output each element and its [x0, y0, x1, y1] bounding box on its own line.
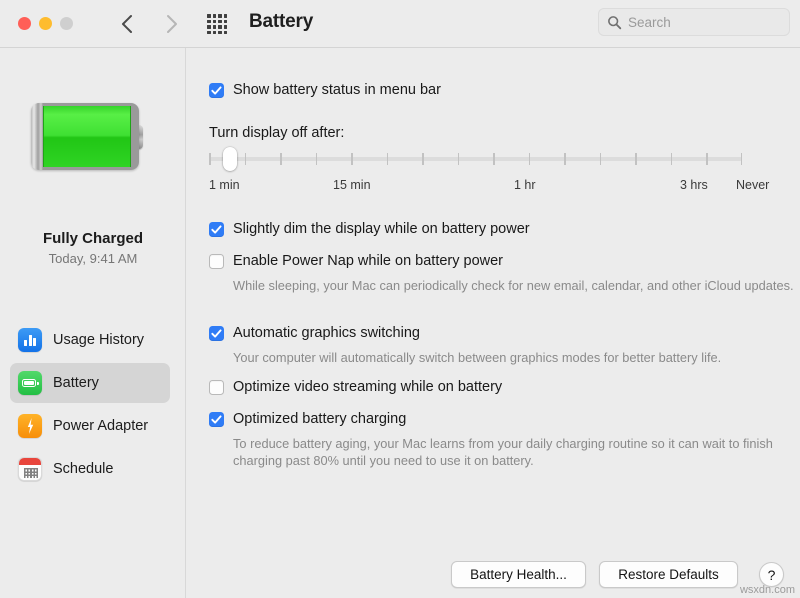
- slider-tick-label-3hrs: 3 hrs: [680, 178, 708, 192]
- battery-hero-icon: [31, 103, 149, 170]
- preferences-window: Battery Search Fully Charged Today, 9:41…: [0, 0, 800, 598]
- battery-status-text: Fully Charged: [42, 230, 143, 247]
- checkmark-icon: [211, 415, 222, 424]
- checkbox-label: Slightly dim the display while on batter…: [233, 221, 530, 237]
- checkbox-slightly-dim[interactable]: [209, 222, 224, 237]
- checkmark-icon: [211, 329, 222, 338]
- description-optimized-charging: To reduce battery aging, your Mac learns…: [233, 436, 773, 468]
- description-power-nap: While sleeping, your Mac can periodicall…: [233, 278, 794, 293]
- display-sleep-slider[interactable]: [209, 147, 742, 174]
- checkbox-optimize-video[interactable]: [209, 380, 224, 395]
- close-button[interactable]: [18, 17, 31, 30]
- description-auto-graphics: Your computer will automatically switch …: [233, 350, 722, 365]
- sidebar-item-usage-history[interactable]: Usage History: [10, 320, 170, 360]
- restore-defaults-button[interactable]: Restore Defaults: [599, 561, 738, 588]
- sidebar-item-label: Battery: [53, 375, 99, 391]
- battery-status-timestamp: Today, 9:41 AM: [48, 251, 138, 266]
- sidebar-item-power-adapter[interactable]: Power Adapter: [10, 406, 170, 446]
- sidebar-item-label: Power Adapter: [53, 418, 149, 434]
- sidebar-item-battery[interactable]: Battery: [10, 363, 170, 403]
- checkbox-label: Show battery status in menu bar: [233, 82, 441, 98]
- checkbox-optimized-charging[interactable]: [209, 412, 224, 427]
- search-field[interactable]: Search: [598, 8, 790, 36]
- minimize-button[interactable]: [39, 17, 52, 30]
- forward-chevron-icon: [166, 15, 177, 33]
- checkbox-label: Automatic graphics switching: [233, 325, 420, 341]
- show-all-grid-icon[interactable]: [206, 13, 228, 35]
- checkbox-power-nap[interactable]: [209, 254, 224, 269]
- main-content: Show battery status in menu bar Turn dis…: [187, 48, 800, 598]
- battery-fill: [43, 106, 131, 167]
- checkbox-show-battery-status[interactable]: [209, 83, 224, 98]
- slider-tick-label-never: Never: [736, 178, 770, 192]
- slider-knob[interactable]: [223, 147, 237, 171]
- slider-tick-label-1hr: 1 hr: [514, 178, 536, 192]
- sidebar-item-label: Usage History: [53, 332, 145, 348]
- sidebar-item-schedule[interactable]: Schedule: [10, 449, 170, 489]
- page-title: Battery: [249, 11, 314, 32]
- traffic-lights: [18, 17, 73, 30]
- sidebar-list: Usage History Battery Power Adapter Sche…: [0, 320, 186, 492]
- checkbox-row-power-nap[interactable]: Enable Power Nap while on battery power: [209, 253, 503, 270]
- checkmark-icon: [211, 86, 222, 95]
- checkbox-row-optimized-charging[interactable]: Optimized battery charging: [209, 411, 406, 428]
- checkbox-label: Optimized battery charging: [233, 411, 407, 427]
- checkbox-row-menu-bar[interactable]: Show battery status in menu bar: [209, 82, 441, 99]
- window-toolbar: Battery Search: [0, 0, 800, 48]
- battery-health-button[interactable]: Battery Health...: [451, 561, 586, 588]
- back-button[interactable]: [113, 10, 141, 38]
- search-icon: [608, 15, 622, 29]
- sidebar: Fully Charged Today, 9:41 AM Usage Histo…: [0, 48, 186, 598]
- checkbox-row-optimize-video[interactable]: Optimize video streaming while on batter…: [209, 379, 502, 396]
- turn-display-off-label: Turn display off after:: [209, 125, 345, 141]
- sidebar-item-label: Schedule: [53, 461, 114, 477]
- checkmark-icon: [211, 225, 222, 234]
- slider-tick-label-15min: 15 min: [333, 178, 371, 192]
- checkbox-label: Optimize video streaming while on batter…: [233, 379, 503, 395]
- checkbox-label: Enable Power Nap while on battery power: [233, 253, 504, 269]
- power-adapter-icon: [18, 414, 42, 438]
- checkbox-auto-graphics[interactable]: [209, 326, 224, 341]
- schedule-icon: [18, 457, 42, 481]
- watermark: wsxdn.com: [739, 584, 795, 596]
- usage-history-icon: [18, 328, 42, 352]
- back-chevron-icon: [121, 15, 132, 33]
- battery-shell: [31, 103, 139, 170]
- zoom-button[interactable]: [60, 17, 73, 30]
- checkbox-row-slightly-dim[interactable]: Slightly dim the display while on batter…: [209, 221, 530, 238]
- search-placeholder: Search: [628, 14, 671, 30]
- forward-button[interactable]: [157, 10, 185, 38]
- battery-icon: [18, 371, 42, 395]
- checkbox-row-auto-graphics[interactable]: Automatic graphics switching: [209, 325, 420, 342]
- slider-tick-label-1min: 1 min: [209, 178, 240, 192]
- slider-ticks: [209, 153, 742, 165]
